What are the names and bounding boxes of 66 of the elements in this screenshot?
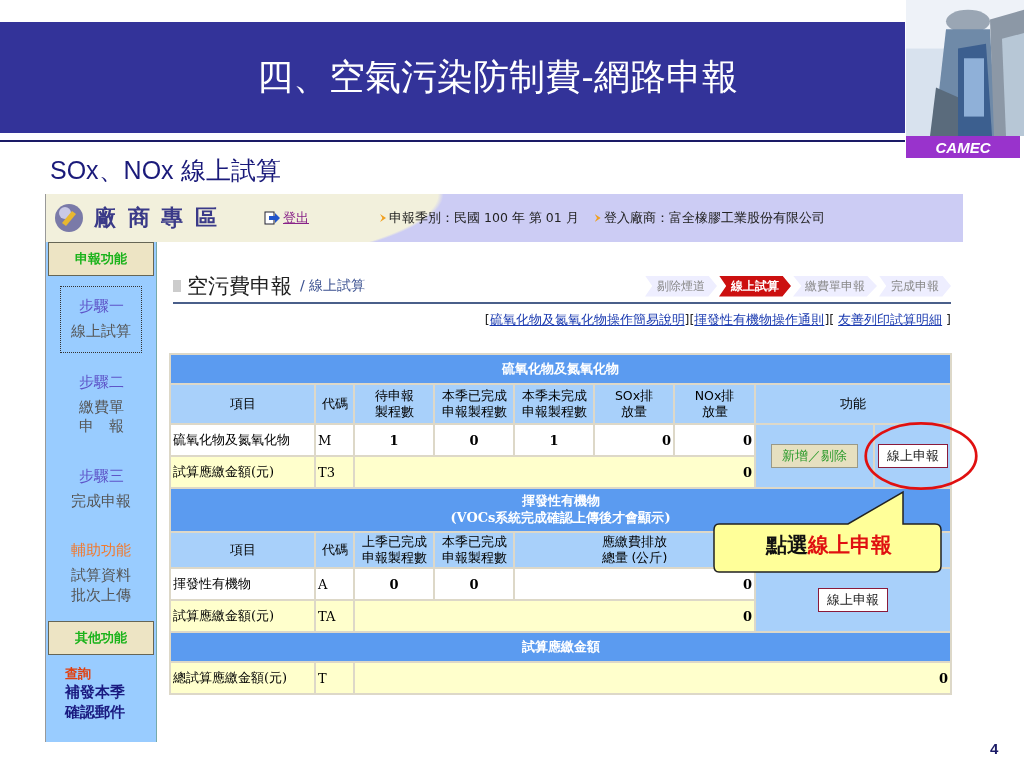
exit-icon — [264, 211, 280, 225]
help-link[interactable]: 揮發性有機物操作通則 — [694, 312, 825, 327]
sidebar-item[interactable]: 輔助功能 試算資料批次上傳 — [61, 531, 141, 615]
table-cell: 0 — [355, 569, 433, 599]
page-subtitle: / 線上試算 — [300, 277, 366, 295]
table-cell: TA — [316, 601, 353, 631]
table-cell: T3 — [316, 457, 353, 487]
column-header: SOx排放量 — [595, 385, 673, 423]
sidebar-heading: 申報功能 — [48, 242, 154, 276]
section-title: 揮發性有機物 (VOCs系統完成確認上傳後才會顯示) — [171, 489, 950, 531]
company-text: 登入廠商：富全橡膠工業股份有限公司 — [594, 209, 825, 227]
table-cell: 硫氧化物及氮氧化物 — [171, 425, 314, 455]
table-cell: 總試算應繳金額(元) — [171, 663, 314, 693]
table-cell: 0 — [435, 425, 513, 455]
slide-subtitle: SOx、NOx 線上試算 — [50, 155, 282, 186]
section-title: 試算應繳金額 — [171, 633, 950, 661]
progress-step: 繳費單申報 — [793, 275, 877, 297]
progress-step: 剔除煙道 — [645, 275, 717, 297]
pencil-globe-icon — [54, 203, 84, 233]
progress-step: 線上試算 — [719, 275, 791, 297]
sidebar-item[interactable]: 查詢 補發本季確認郵件 — [61, 665, 141, 732]
table-cell: 試算應繳金額(元) — [171, 457, 314, 487]
column-header: 代碼 — [316, 533, 353, 567]
table-cell: 0 — [515, 569, 754, 599]
page-title: 空污費申報 — [173, 272, 292, 300]
column-header: 待申報製程數 — [355, 385, 433, 423]
table-cell: 揮發性有機物 — [171, 569, 314, 599]
table-cell: 0 — [595, 425, 673, 455]
table-cell: 0 — [355, 601, 754, 631]
progress-step: 完成申報 — [879, 275, 951, 297]
table-cell: A — [316, 569, 353, 599]
online-report-button[interactable]: 線上申報 — [877, 444, 948, 468]
help-link[interactable]: 硫氧化物及氮氧化物操作簡易說明 — [489, 312, 685, 327]
column-header: 本季已完成申報製程數 — [435, 385, 513, 423]
help-links-text: [硫氧化物及氮氧化物操作簡易說明][揮發性有機物操作通則][ 友善列印試算明細 ] — [483, 312, 951, 329]
table-cell: M — [316, 425, 353, 455]
table-cell: 1 — [515, 425, 593, 455]
column-header: 本季已完成申報製程數 — [435, 533, 513, 567]
table-cell: 1 — [355, 425, 433, 455]
column-header: 項目 — [171, 385, 314, 423]
logout-link[interactable]: 登出 — [264, 209, 364, 227]
logo-label: CAMEC — [906, 136, 1020, 158]
column-header: 功能 — [756, 385, 950, 423]
period-text: 申報季別：民國 100 年 第 01 月 — [380, 209, 579, 227]
slide-title: 四、空氣污染防制費-網路申報 — [257, 55, 738, 99]
table-cell: T — [316, 663, 353, 693]
site-brand: 廠 商 專 區 — [94, 204, 220, 232]
sidebar-heading: 其他功能 — [48, 621, 154, 655]
table-cell: 0 — [355, 663, 950, 693]
help-link[interactable]: 友善列印試算明細 — [838, 312, 943, 327]
sidebar-item[interactable]: 步驟三 完成申報 — [61, 456, 141, 521]
column-header: 本季未完成申報製程數 — [515, 385, 593, 423]
column-header: 代碼 — [316, 385, 353, 423]
sidebar-item[interactable]: 步驟二 繳費單申 報 — [61, 362, 141, 447]
column-header: 上季已完成申報製程數 — [355, 533, 433, 567]
page-number: 4 — [990, 740, 999, 757]
section-title: 硫氧化物及氮氧化物 — [171, 355, 950, 383]
column-header: NOx排放量 — [675, 385, 754, 423]
callout-text: 點選線上申報 — [764, 531, 893, 559]
table-cell: 0 — [675, 425, 754, 455]
table-cell: 試算應繳金額(元) — [171, 601, 314, 631]
table-cell: 0 — [435, 569, 513, 599]
online-report-button[interactable]: 線上申報 — [818, 588, 888, 612]
column-header: 項目 — [171, 533, 314, 567]
table-cell: 0 — [355, 457, 754, 487]
sidebar-item[interactable]: 步驟一 線上試算 — [60, 286, 142, 353]
